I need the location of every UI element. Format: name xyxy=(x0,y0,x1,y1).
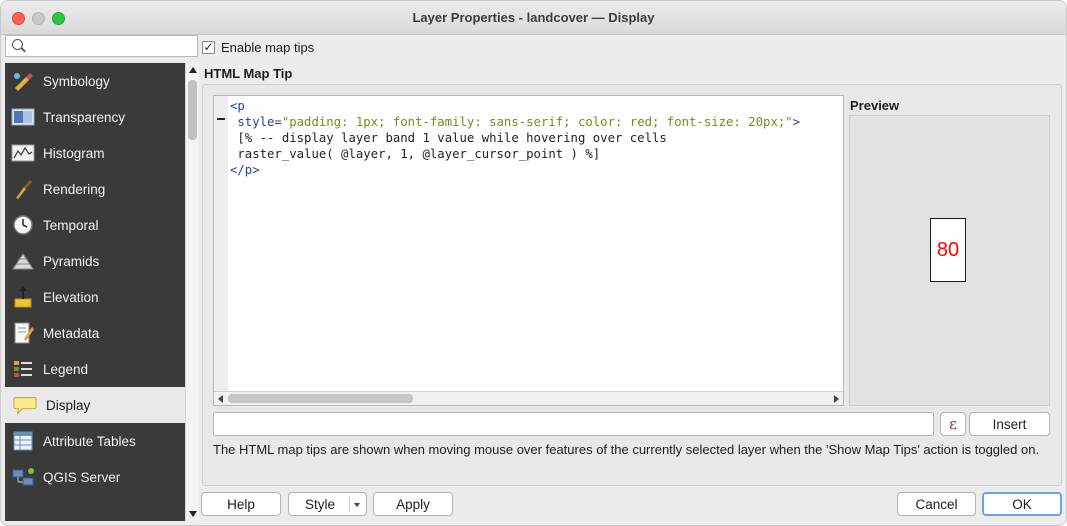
preview-panel: 80 xyxy=(849,115,1050,406)
sidebar-item-label: Display xyxy=(46,397,91,413)
search-input[interactable] xyxy=(5,35,198,57)
window-title: Layer Properties - landcover — Display xyxy=(412,10,655,25)
cancel-button[interactable]: Cancel xyxy=(897,492,976,516)
sidebar-item-label: Attribute Tables xyxy=(43,433,136,449)
apply-button[interactable]: Apply xyxy=(373,492,453,516)
style-dropdown-button[interactable]: Style xyxy=(288,492,367,516)
ok-button[interactable]: OK xyxy=(982,492,1062,516)
code-line-2-attr: style= xyxy=(237,115,282,129)
sidebar-item-label: Histogram xyxy=(43,145,105,161)
search-icon xyxy=(12,39,23,50)
sidebar-item-label: Rendering xyxy=(43,181,106,197)
histogram-icon xyxy=(11,141,35,165)
code-text[interactable]: <p style="padding: 1px; font-family: san… xyxy=(230,98,800,178)
editor-scroll-thumb[interactable] xyxy=(228,394,413,403)
qgis-server-icon xyxy=(11,465,35,489)
sidebar-scroll-thumb[interactable] xyxy=(188,80,197,140)
elevation-icon xyxy=(11,285,35,309)
sidebar-item-label: QGIS Server xyxy=(43,469,121,485)
html-map-tip-title: HTML Map Tip xyxy=(204,66,293,81)
sidebar-item-display[interactable]: Display xyxy=(5,387,185,423)
code-line-5: </p> xyxy=(230,163,260,177)
attribute-tables-icon xyxy=(11,429,35,453)
code-line-1: <p xyxy=(230,99,245,113)
temporal-icon xyxy=(11,213,35,237)
fold-collapse-icon[interactable] xyxy=(217,118,225,120)
scroll-up-icon[interactable] xyxy=(189,67,197,73)
sidebar-list: Symbology Transparency Histogram Renderi… xyxy=(5,63,185,521)
legend-icon xyxy=(11,357,35,381)
display-icon xyxy=(13,393,37,417)
scroll-right-icon[interactable] xyxy=(834,395,839,403)
scroll-left-icon[interactable] xyxy=(218,395,223,403)
layer-properties-window: Layer Properties - landcover — Display S… xyxy=(0,0,1067,526)
sidebar-item-elevation[interactable]: Elevation xyxy=(5,279,185,315)
code-line-3: [% -- display layer band 1 value while h… xyxy=(237,131,667,145)
sidebar-item-legend[interactable]: Legend xyxy=(5,351,185,387)
sidebar: Symbology Transparency Histogram Renderi… xyxy=(3,35,199,521)
style-separator xyxy=(349,496,350,512)
enable-map-tips-checkbox[interactable]: ✓ xyxy=(202,41,215,54)
sidebar-item-symbology[interactable]: Symbology xyxy=(5,63,185,99)
map-tips-help-text: The HTML map tips are shown when moving … xyxy=(213,442,1040,457)
sidebar-item-pyramids[interactable]: Pyramids xyxy=(5,243,185,279)
sidebar-item-qgis-server[interactable]: QGIS Server xyxy=(5,459,185,495)
enable-map-tips-label: Enable map tips xyxy=(221,40,315,55)
scroll-down-icon[interactable] xyxy=(189,511,197,517)
preview-label: Preview xyxy=(850,98,900,113)
sidebar-item-temporal[interactable]: Temporal xyxy=(5,207,185,243)
code-line-2-end: > xyxy=(792,115,801,129)
expression-builder-button[interactable]: ε xyxy=(940,412,966,436)
chevron-down-icon[interactable] xyxy=(354,503,360,507)
sidebar-item-rendering[interactable]: Rendering xyxy=(5,171,185,207)
expression-input[interactable] xyxy=(213,412,934,436)
sidebar-item-transparency[interactable]: Transparency xyxy=(5,99,185,135)
sidebar-item-attribute-tables[interactable]: Attribute Tables xyxy=(5,423,185,459)
sidebar-item-label: Legend xyxy=(43,361,89,377)
sidebar-item-label: Elevation xyxy=(43,289,99,305)
transparency-icon xyxy=(11,105,35,129)
sidebar-item-label: Pyramids xyxy=(43,253,100,269)
symbology-icon xyxy=(11,69,35,93)
sidebar-item-label: Metadata xyxy=(43,325,100,341)
sidebar-item-label: Transparency xyxy=(43,109,126,125)
html-code-editor[interactable]: <p style="padding: 1px; font-family: san… xyxy=(213,95,844,406)
pyramids-icon xyxy=(11,249,35,273)
preview-map-tip: 80 xyxy=(930,218,966,282)
code-line-2-value: "padding: 1px; font-family: sans-serif; … xyxy=(281,115,793,129)
help-button[interactable]: Help xyxy=(201,492,281,516)
style-button-label: Style xyxy=(305,496,336,512)
insert-button[interactable]: Insert xyxy=(969,412,1050,436)
code-line-4: raster_value( @layer, 1, @layer_cursor_p… xyxy=(237,147,601,161)
sidebar-item-label: Temporal xyxy=(43,217,99,233)
metadata-icon xyxy=(11,321,35,345)
sidebar-item-histogram[interactable]: Histogram xyxy=(5,135,185,171)
enable-map-tips-row[interactable]: ✓ Enable map tips xyxy=(202,40,314,55)
editor-gutter xyxy=(214,96,228,392)
editor-horizontal-scrollbar[interactable] xyxy=(214,391,843,405)
sidebar-item-metadata[interactable]: Metadata xyxy=(5,315,185,351)
rendering-icon xyxy=(11,177,35,201)
sidebar-scrollbar[interactable] xyxy=(185,63,199,521)
title-bar[interactable]: Layer Properties - landcover — Display xyxy=(1,1,1066,35)
sidebar-item-label: Symbology xyxy=(43,73,110,89)
